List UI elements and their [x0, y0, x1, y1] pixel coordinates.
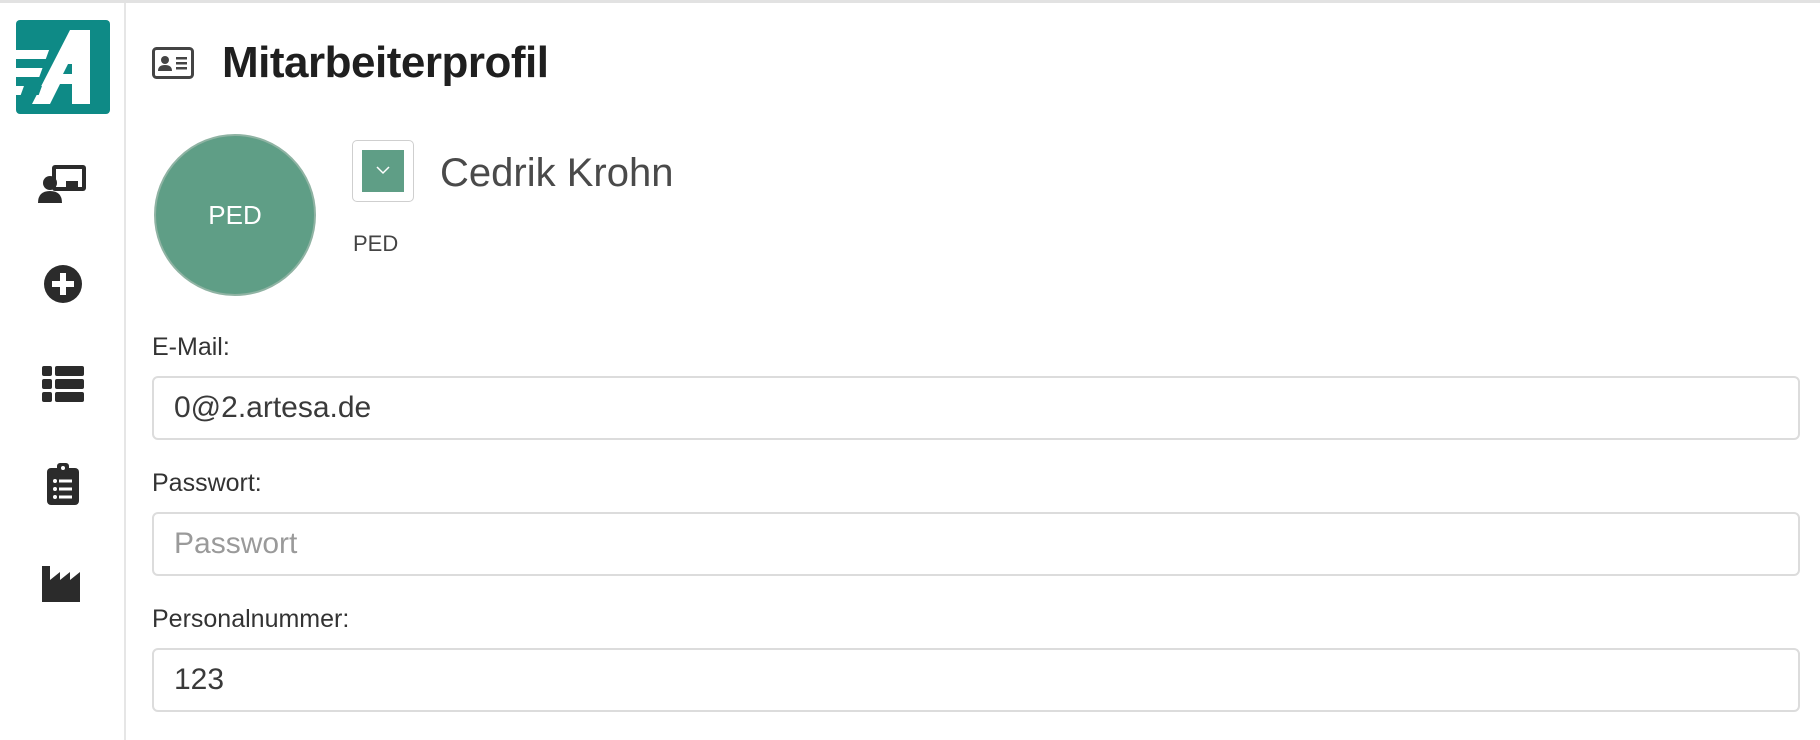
page-title: Mitarbeiterprofil: [222, 38, 549, 87]
sidebar-item-add[interactable]: [38, 261, 88, 311]
employee-name: Cedrik Krohn: [440, 151, 674, 195]
chevron-down-icon: [375, 162, 391, 180]
password-field[interactable]: [152, 512, 1800, 576]
id-card-icon: [152, 46, 194, 80]
sidebar-item-tasks[interactable]: [38, 461, 88, 511]
app-logo[interactable]: [16, 20, 110, 114]
top-border: [0, 0, 1820, 3]
personnel-number-label: Personalnummer:: [152, 605, 350, 633]
sidebar-item-presentation[interactable]: [38, 161, 88, 211]
sidebar-item-list[interactable]: [38, 361, 88, 411]
avatar-initials: PED: [208, 199, 262, 230]
clipboard-list-icon: [47, 462, 79, 510]
password-label: Passwort:: [152, 469, 262, 497]
personnel-number-field[interactable]: [152, 648, 1800, 712]
industry-icon: [42, 565, 84, 607]
avatar: PED: [154, 134, 316, 296]
color-label: PED: [353, 231, 399, 256]
list-icon: [42, 365, 84, 407]
page-header: Mitarbeiterprofil: [152, 38, 549, 88]
presentation-user-icon: [38, 163, 88, 210]
email-label: E-Mail:: [152, 333, 230, 361]
email-field[interactable]: [152, 376, 1800, 440]
sidebar: [0, 3, 126, 740]
plus-circle-icon: [43, 264, 83, 309]
color-picker[interactable]: [352, 140, 414, 202]
color-swatch: [362, 150, 404, 192]
sidebar-item-factory[interactable]: [38, 561, 88, 611]
